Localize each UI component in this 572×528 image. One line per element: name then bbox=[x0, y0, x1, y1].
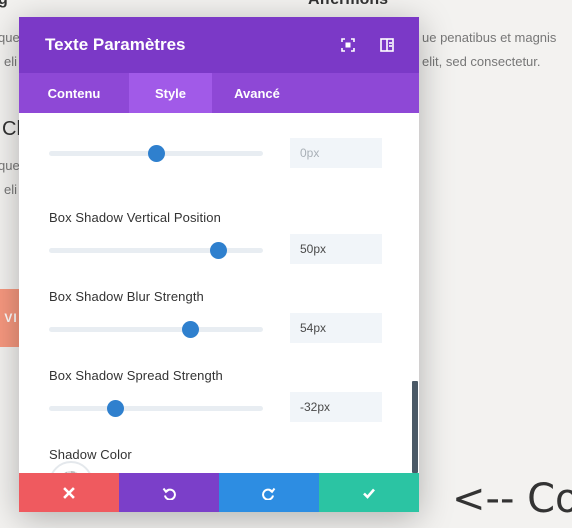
color-picker-button[interactable] bbox=[49, 461, 93, 473]
spread-strength-slider[interactable] bbox=[49, 400, 263, 417]
settings-modal: Texte Paramètres Contenu Style Avancé 0p… bbox=[19, 17, 419, 512]
bg-text-line: eli bbox=[4, 182, 18, 197]
spread-strength-input[interactable]: -32px bbox=[290, 392, 382, 422]
bg-heading-fragment-right: Affermons bbox=[308, 0, 388, 9]
check-icon bbox=[363, 488, 375, 499]
horizontal-position-slider[interactable] bbox=[49, 145, 263, 162]
setting-label: Box Shadow Spread Strength bbox=[49, 368, 223, 383]
blur-strength-slider[interactable] bbox=[49, 321, 263, 338]
modal-header: Texte Paramètres bbox=[19, 17, 419, 73]
vertical-position-input[interactable]: 50px bbox=[290, 234, 382, 264]
cancel-button[interactable] bbox=[19, 473, 119, 512]
settings-panel[interactable]: 0px Box Shadow Vertical Position 50px Bo… bbox=[19, 113, 419, 473]
bg-arrow-annotation: <-- Cor bbox=[452, 476, 572, 522]
split-view-icon[interactable] bbox=[380, 38, 394, 52]
horizontal-position-input[interactable]: 0px bbox=[290, 138, 382, 168]
tab-content[interactable]: Contenu bbox=[19, 73, 129, 113]
save-button[interactable] bbox=[319, 473, 419, 512]
scrollbar[interactable] bbox=[412, 381, 418, 473]
bg-text-line: que bbox=[0, 158, 20, 173]
modal-footer bbox=[19, 473, 419, 512]
setting-label: Box Shadow Vertical Position bbox=[49, 210, 221, 225]
setting-label: Box Shadow Blur Strength bbox=[49, 289, 204, 304]
slider-thumb[interactable] bbox=[148, 145, 165, 162]
color-swatches bbox=[49, 461, 382, 473]
tab-style[interactable]: Style bbox=[129, 73, 212, 113]
redo-icon bbox=[262, 487, 276, 500]
tab-bar: Contenu Style Avancé bbox=[19, 73, 419, 113]
setting-label: Shadow Color bbox=[49, 447, 132, 462]
slider-thumb[interactable] bbox=[182, 321, 200, 338]
vertical-position-slider[interactable] bbox=[49, 242, 263, 259]
bg-text-line: ue penatibus et magnis bbox=[422, 30, 557, 45]
slider-thumb[interactable] bbox=[107, 400, 125, 417]
bg-text-line: que bbox=[0, 30, 20, 45]
bg-text-line: eli bbox=[4, 54, 18, 69]
tab-advanced[interactable]: Avancé bbox=[212, 73, 302, 113]
bg-heading-fragment-left: g bbox=[0, 0, 8, 9]
close-icon bbox=[63, 486, 75, 499]
undo-icon bbox=[162, 487, 176, 500]
expand-icon[interactable] bbox=[341, 38, 355, 52]
redo-button[interactable] bbox=[219, 473, 319, 512]
undo-button[interactable] bbox=[119, 473, 219, 512]
bg-text-line: elit, sed consectetur. bbox=[422, 54, 541, 69]
modal-title: Texte Paramètres bbox=[45, 35, 186, 54]
slider-thumb[interactable] bbox=[210, 242, 228, 259]
blur-strength-input[interactable]: 54px bbox=[290, 313, 382, 343]
